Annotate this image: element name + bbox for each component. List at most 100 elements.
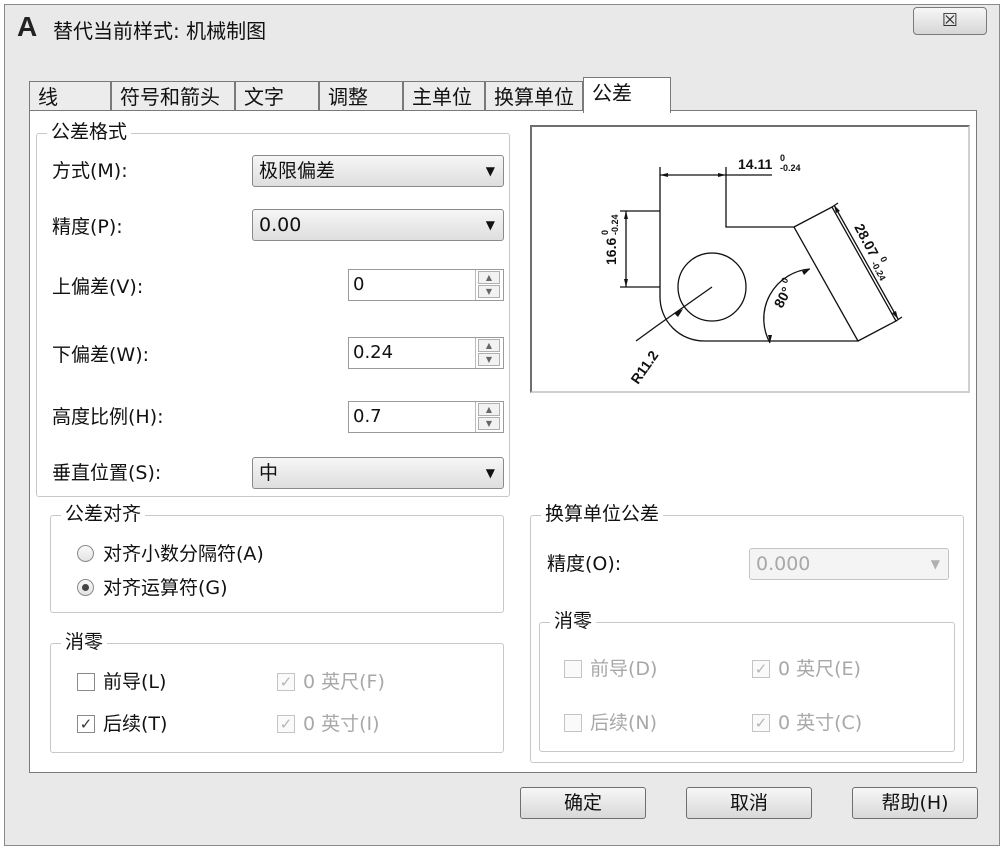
checkbox-unchecked-icon [77,673,95,691]
dim-left-lines [620,210,660,288]
radio-checked-icon [77,579,94,596]
dimension-preview-drawing: 14.11 0 -0.24 16.6 0 -0.24 28.07 0 -0.24 [600,153,903,387]
dialog-window: A 替代当前样式: 机械制图 ☒ 线 符号和箭头 文字 调整 主单位 换算单位 … [4,4,1000,846]
height-scale-value: 0.7 [353,406,382,427]
alt-precision-label: 精度(O): [547,553,622,575]
alt-trailing-label: 后续(N) [590,712,658,734]
tab-lines[interactable]: 线 [29,81,111,113]
tab-symbols-arrows[interactable]: 符号和箭头 [111,81,235,113]
checkbox-checked-icon: ✓ [277,715,295,733]
dim-top-value: 14.11 [738,156,772,172]
vertical-position-dropdown[interactable]: 中 ▼ [252,457,504,489]
height-scale-spinner[interactable]: 0.7 ▲ ▼ [348,401,504,433]
alt-zero-inches-checkbox: ✓ 0 英寸(C) [752,711,932,735]
ok-button[interactable]: 确定 [520,787,646,819]
zero-inches-label: 0 英寸(I) [303,713,380,735]
close-button[interactable]: ☒ [913,7,987,35]
align-operator-label: 对齐运算符(G) [103,577,228,599]
spin-up-icon[interactable]: ▲ [478,403,500,416]
upper-deviation-value: 0 [353,274,365,295]
alt-zero-suppression-title: 消零 [550,609,597,633]
height-scale-label: 高度比例(H): [52,406,164,428]
precision-dropdown[interactable]: 0.00 ▼ [252,209,504,241]
chevron-down-icon: ▼ [485,218,495,232]
vertical-position-value: 中 [259,462,279,484]
window-title: 替代当前样式: 机械制图 [53,19,267,43]
zero-feet-checkbox: ✓ 0 英尺(F) [277,670,457,694]
dim-right-lines [831,202,903,322]
spin-down-icon[interactable]: ▼ [478,417,500,430]
alternate-unit-tolerance-group: 换算单位公差 精度(O): 0.000 ▼ 消零 前导(D) 后续(N) ✓ 0… [530,502,964,763]
precision-label: 精度(P): [52,216,123,238]
spin-down-icon[interactable]: ▼ [478,353,500,366]
dim-right-value: 28.07 [851,221,882,260]
cancel-button[interactable]: 取消 [686,787,812,819]
alt-leading-checkbox: 前导(D) [564,657,724,681]
chevron-down-icon: ▼ [485,164,495,178]
title-bar: A 替代当前样式: 机械制图 ☒ [5,5,999,53]
checkbox-checked-icon: ✓ [752,714,770,732]
dim-top-tol-lower: -0.24 [780,163,801,173]
dim-radius-leader [635,286,713,342]
alternate-unit-tolerance-title: 换算单位公差 [541,502,664,526]
checkbox-unchecked-icon [564,660,582,678]
leading-checkbox[interactable]: 前导(L) [77,670,257,694]
upper-deviation-spinner[interactable]: 0 ▲ ▼ [348,269,504,301]
dim-angle-tol: 0 [779,276,790,285]
checkbox-unchecked-icon [564,714,582,732]
checkbox-checked-icon: ✓ [77,715,95,733]
dim-left-tol-lower: -0.24 [610,214,620,235]
zero-inches-checkbox: ✓ 0 英寸(I) [277,712,457,736]
checkbox-checked-icon: ✓ [752,660,770,678]
tab-fit[interactable]: 调整 [319,81,403,113]
tolerances-panel: 公差格式 方式(M): 极限偏差 ▼ 精度(P): 0.00 ▼ 上偏差(V):… [29,110,977,773]
chevron-down-icon: ▼ [930,557,940,571]
alt-zero-feet-checkbox: ✓ 0 英尺(E) [752,657,932,681]
trailing-checkbox[interactable]: ✓ 后续(T) [77,712,257,736]
lower-deviation-label: 下偏差(W): [52,344,150,366]
preview-pane: 14.11 0 -0.24 16.6 0 -0.24 28.07 0 -0.24 [530,125,970,393]
radio-unchecked-icon [77,545,94,562]
align-decimal-label: 对齐小数分隔符(A) [103,543,264,565]
tolerance-alignment-group: 公差对齐 对齐小数分隔符(A) 对齐运算符(G) [50,502,504,613]
upper-deviation-label: 上偏差(V): [52,276,144,298]
spin-up-icon[interactable]: ▲ [478,339,500,352]
tab-tolerances[interactable]: 公差 [583,77,671,113]
chevron-down-icon: ▼ [485,466,495,480]
dim-left-tol-upper: 0 [600,230,610,235]
dialog-client: 线 符号和箭头 文字 调整 主单位 换算单位 公差 公差格式 方式(M): 极限… [25,75,977,775]
method-value: 极限偏差 [259,160,336,182]
spin-up-icon[interactable]: ▲ [478,271,500,284]
tab-alternate-units[interactable]: 换算单位 [485,81,583,113]
checkbox-checked-icon: ✓ [277,673,295,691]
method-label: 方式(M): [52,160,128,182]
trailing-label: 后续(T) [103,713,168,735]
part-outline [659,211,860,342]
tolerance-format-title: 公差格式 [47,120,132,144]
alt-zero-feet-label: 0 英尺(E) [778,658,861,680]
alt-precision-value: 0.000 [756,553,811,575]
align-decimal-radio[interactable]: 对齐小数分隔符(A) [77,542,377,566]
tab-primary-units[interactable]: 主单位 [403,81,485,113]
alt-zero-inches-label: 0 英寸(C) [778,712,863,734]
lower-deviation-spinner[interactable]: 0.24 ▲ ▼ [348,337,504,369]
align-operator-radio[interactable]: 对齐运算符(G) [77,576,377,600]
tolerance-format-group: 公差格式 [36,120,510,497]
vertical-position-label: 垂直位置(S): [52,462,162,484]
zero-feet-label: 0 英尺(F) [303,671,385,693]
lower-deviation-value: 0.24 [353,342,394,363]
dim-top-lines [659,167,772,211]
autocad-logo-icon: A [17,11,38,42]
dim-top-tol-upper: 0 [780,153,785,163]
zero-suppression-title: 消零 [61,630,108,654]
alt-precision-dropdown: 0.000 ▼ [749,548,949,580]
dim-radius-value: R11.2 [627,347,661,386]
dim-left-value: 16.6 [603,238,619,265]
alt-zero-suppression-group: 消零 前导(D) 后续(N) ✓ 0 英尺(E) ✓ 0 英寸(C) [539,609,955,752]
tolerance-alignment-title: 公差对齐 [61,502,146,526]
alt-trailing-checkbox: 后续(N) [564,711,724,735]
method-dropdown[interactable]: 极限偏差 ▼ [252,155,504,187]
spin-down-icon[interactable]: ▼ [478,285,500,298]
help-button[interactable]: 帮助(H) [852,787,978,819]
tab-text[interactable]: 文字 [235,81,319,113]
